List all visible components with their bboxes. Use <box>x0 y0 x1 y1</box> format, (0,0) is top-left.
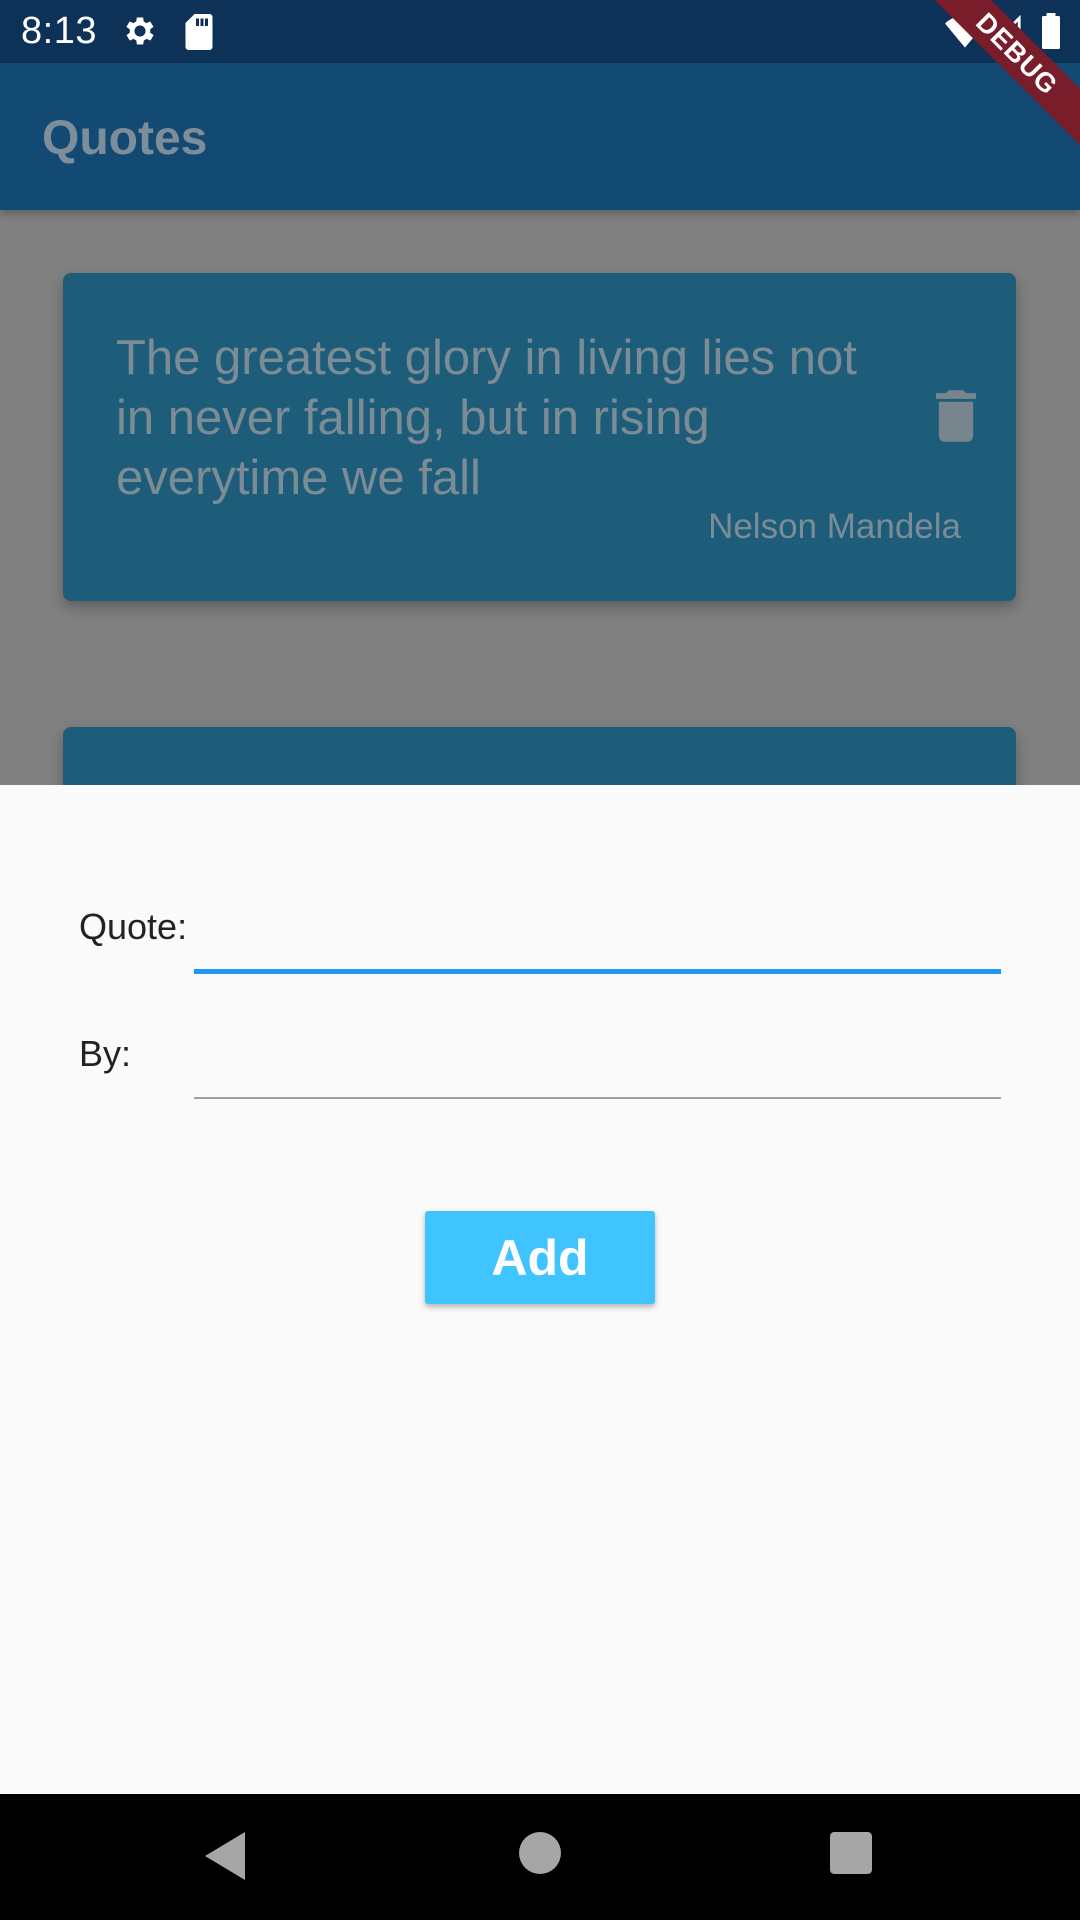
quote-author: Nelson Mandela <box>708 507 961 546</box>
recents-icon[interactable] <box>830 1832 872 1874</box>
trash-icon[interactable] <box>936 390 976 442</box>
wifi-icon <box>945 15 985 48</box>
add-quote-sheet: Quote: By: Add <box>0 785 1080 1794</box>
add-button[interactable]: Add <box>425 1211 655 1304</box>
sd-card-icon <box>185 14 213 50</box>
quote-card[interactable]: The greatest glory in living lies not in… <box>63 273 1016 601</box>
app-bar: Quotes <box>0 63 1080 210</box>
page-title: Quotes <box>42 112 208 165</box>
status-time: 8:13 <box>21 10 97 52</box>
gear-icon <box>126 17 154 45</box>
signal-icon <box>988 14 1021 48</box>
quote-input[interactable] <box>194 907 1001 974</box>
by-label: By: <box>79 1033 132 1074</box>
home-icon[interactable] <box>519 1832 561 1874</box>
navigation-bar <box>0 1794 1080 1920</box>
back-icon[interactable] <box>204 1832 246 1880</box>
battery-icon <box>1042 13 1060 49</box>
author-input[interactable] <box>194 1035 1001 1099</box>
status-bar: 8:13 <box>0 0 1080 63</box>
quote-list: The greatest glory in living lies not in… <box>0 210 1080 807</box>
quote-text: The greatest glory in living lies not in… <box>116 331 857 505</box>
quote-label: Quote: <box>79 906 188 947</box>
